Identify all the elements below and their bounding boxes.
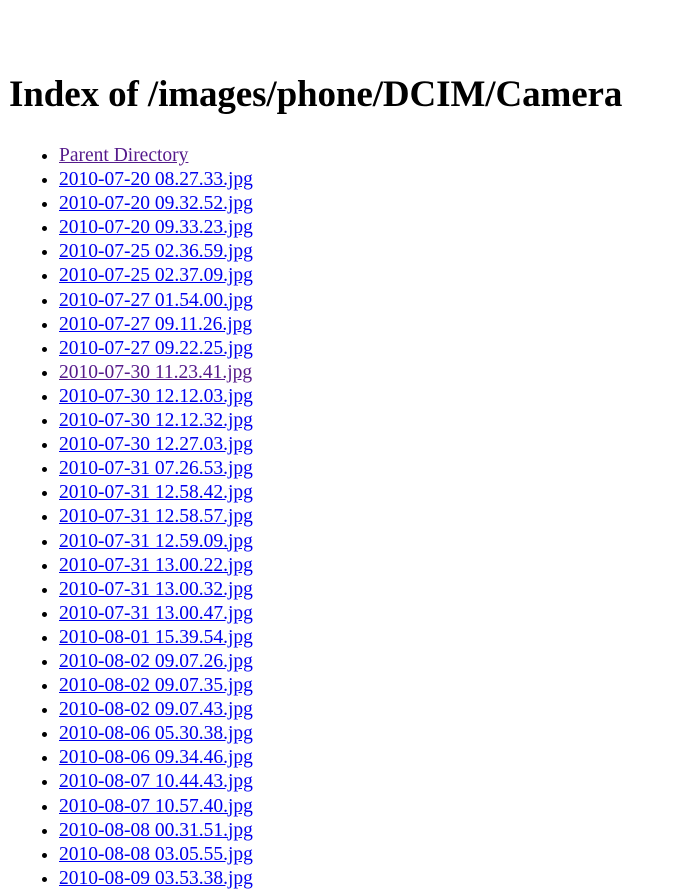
file-link[interactable]: 2010-07-30 12.12.03.jpg: [59, 386, 253, 407]
file-link[interactable]: 2010-07-31 12.58.42.jpg: [59, 482, 253, 503]
file-link[interactable]: 2010-07-31 13.00.22.jpg: [59, 555, 253, 576]
list-item: 2010-07-27 09.22.25.jpg: [59, 337, 253, 361]
list-item: 2010-08-07 10.57.40.jpg: [59, 795, 253, 819]
list-item: 2010-08-06 05.30.38.jpg: [59, 722, 253, 746]
file-link[interactable]: 2010-07-25 02.37.09.jpg: [59, 265, 253, 286]
list-item-parent: Parent Directory: [59, 144, 253, 168]
file-link[interactable]: 2010-08-08 00.31.51.jpg: [59, 820, 253, 841]
list-item: 2010-07-30 12.27.03.jpg: [59, 433, 253, 457]
list-item: 2010-07-31 13.00.47.jpg: [59, 602, 253, 626]
file-link[interactable]: 2010-08-07 10.57.40.jpg: [59, 796, 253, 817]
file-link[interactable]: 2010-08-01 15.39.54.jpg: [59, 627, 253, 648]
file-link[interactable]: 2010-07-20 09.32.52.jpg: [59, 193, 253, 214]
list-item: 2010-08-02 09.07.35.jpg: [59, 674, 253, 698]
list-item: 2010-07-25 02.37.09.jpg: [59, 264, 253, 288]
file-link[interactable]: 2010-08-02 09.07.43.jpg: [59, 699, 253, 720]
list-item: 2010-07-30 11.23.41.jpg: [59, 361, 253, 385]
file-link[interactable]: 2010-07-31 12.59.09.jpg: [59, 531, 253, 552]
file-link[interactable]: 2010-08-06 09.34.46.jpg: [59, 747, 253, 768]
file-link[interactable]: 2010-08-09 03.53.38.jpg: [59, 868, 253, 889]
list-item: 2010-08-01 15.39.54.jpg: [59, 626, 253, 650]
list-item: 2010-07-25 02.36.59.jpg: [59, 240, 253, 264]
file-link[interactable]: 2010-07-30 11.23.41.jpg: [59, 362, 252, 383]
list-item: 2010-08-02 09.07.43.jpg: [59, 698, 253, 722]
file-link[interactable]: 2010-07-27 09.22.25.jpg: [59, 338, 253, 359]
page-title: Index of /images/phone/DCIM/Camera: [9, 74, 623, 115]
list-item: 2010-08-06 09.34.46.jpg: [59, 746, 253, 770]
list-item: 2010-08-02 09.07.26.jpg: [59, 650, 253, 674]
file-link[interactable]: 2010-08-08 03.05.55.jpg: [59, 844, 253, 865]
list-item: 2010-08-08 03.05.55.jpg: [59, 843, 253, 867]
file-link[interactable]: 2010-07-27 09.11.26.jpg: [59, 314, 252, 335]
list-item: 2010-08-09 03.53.38.jpg: [59, 867, 253, 891]
file-link[interactable]: 2010-07-20 09.33.23.jpg: [59, 217, 253, 238]
file-link[interactable]: 2010-07-31 13.00.32.jpg: [59, 579, 253, 600]
file-link[interactable]: 2010-08-02 09.07.35.jpg: [59, 675, 253, 696]
list-item: 2010-07-31 12.58.57.jpg: [59, 505, 253, 529]
list-item: 2010-08-07 10.44.43.jpg: [59, 770, 253, 794]
file-link[interactable]: 2010-07-30 12.27.03.jpg: [59, 434, 253, 455]
file-link[interactable]: 2010-07-31 12.58.57.jpg: [59, 506, 253, 527]
list-item: 2010-07-31 12.59.09.jpg: [59, 530, 253, 554]
list-item: 2010-07-31 12.58.42.jpg: [59, 481, 253, 505]
list-item: 2010-07-27 09.11.26.jpg: [59, 313, 253, 337]
list-item: 2010-07-31 13.00.32.jpg: [59, 578, 253, 602]
file-link[interactable]: 2010-08-06 05.30.38.jpg: [59, 723, 253, 744]
list-item: 2010-07-31 13.00.22.jpg: [59, 554, 253, 578]
list-item: 2010-07-20 09.32.52.jpg: [59, 192, 253, 216]
list-item: 2010-07-27 01.54.00.jpg: [59, 289, 253, 313]
list-item: 2010-07-20 09.33.23.jpg: [59, 216, 253, 240]
file-link[interactable]: 2010-07-25 02.36.59.jpg: [59, 241, 253, 262]
file-link[interactable]: 2010-08-07 10.44.43.jpg: [59, 771, 253, 792]
file-listing: Parent Directory 2010-07-20 08.27.33.jpg…: [0, 144, 253, 891]
file-link[interactable]: 2010-07-27 01.54.00.jpg: [59, 290, 253, 311]
file-link[interactable]: 2010-07-31 07.26.53.jpg: [59, 458, 253, 479]
file-link[interactable]: 2010-08-02 09.07.26.jpg: [59, 651, 253, 672]
file-link[interactable]: 2010-07-20 08.27.33.jpg: [59, 169, 253, 190]
list-item: 2010-07-30 12.12.32.jpg: [59, 409, 253, 433]
list-item: 2010-07-31 07.26.53.jpg: [59, 457, 253, 481]
parent-directory-link[interactable]: Parent Directory: [59, 145, 188, 166]
file-link[interactable]: 2010-07-30 12.12.32.jpg: [59, 410, 253, 431]
list-item: 2010-07-20 08.27.33.jpg: [59, 168, 253, 192]
list-item: 2010-08-08 00.31.51.jpg: [59, 819, 253, 843]
list-item: 2010-07-30 12.12.03.jpg: [59, 385, 253, 409]
file-link[interactable]: 2010-07-31 13.00.47.jpg: [59, 603, 253, 624]
